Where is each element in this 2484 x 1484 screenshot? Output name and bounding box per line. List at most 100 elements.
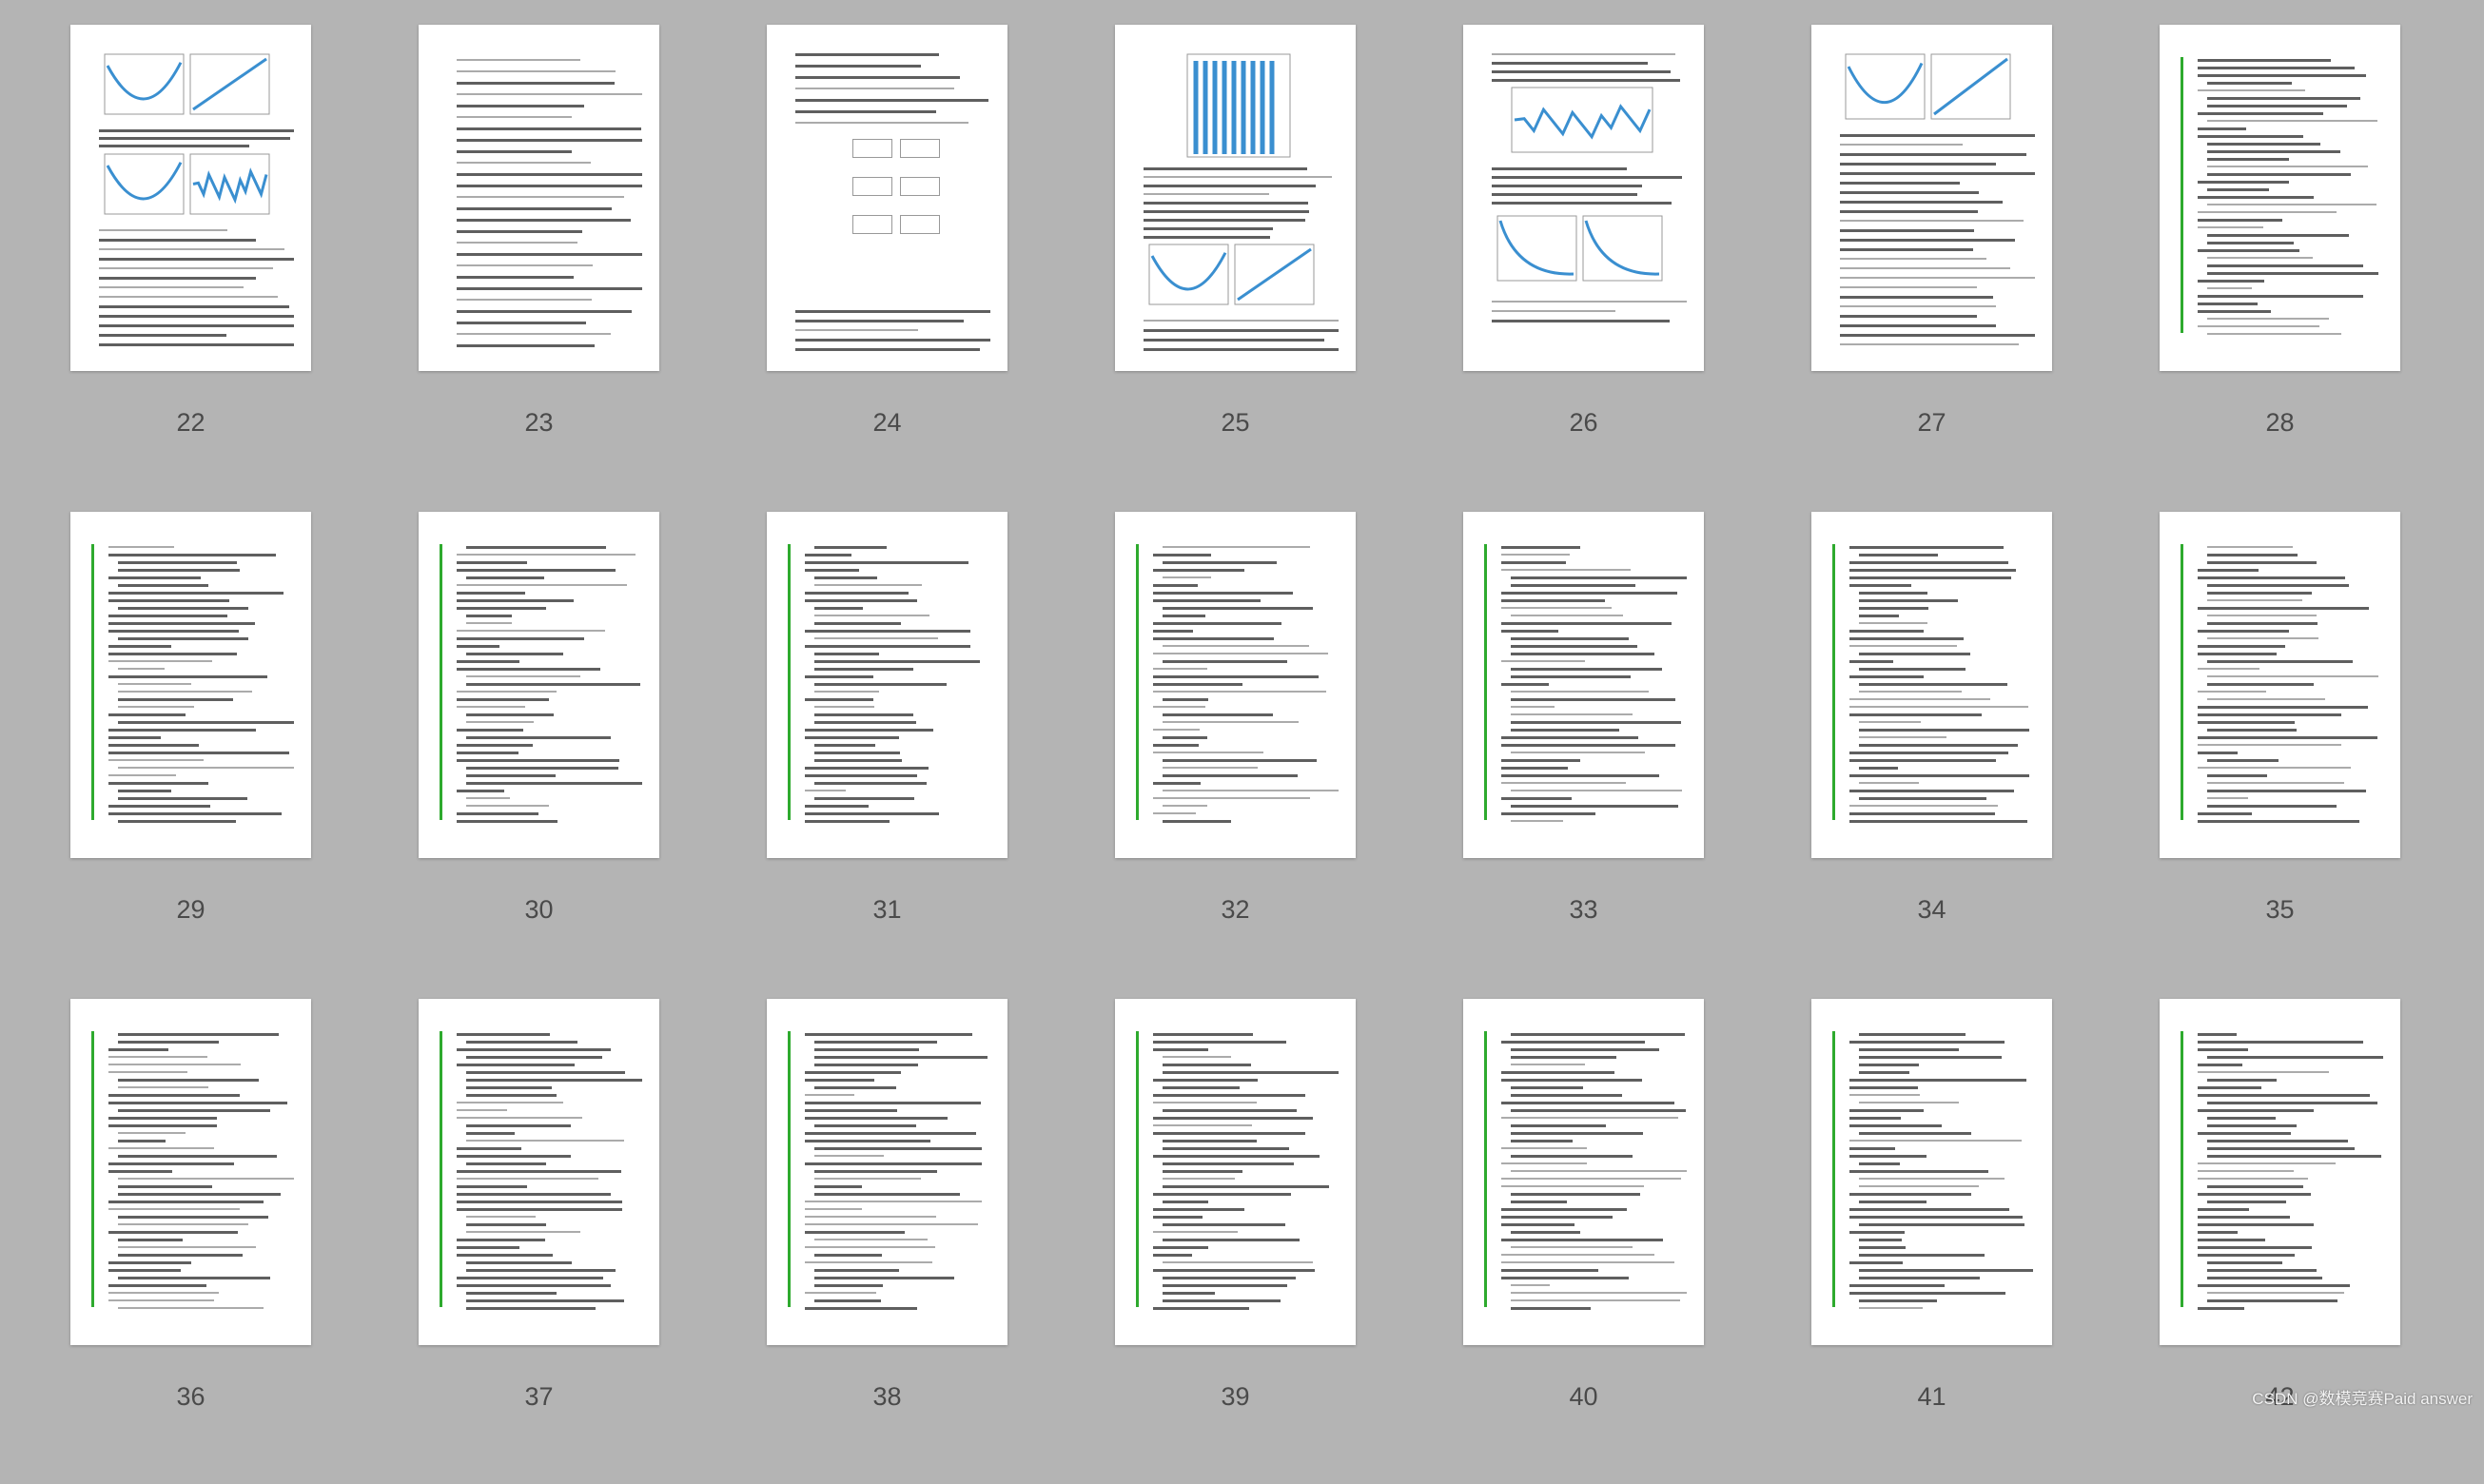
text-line <box>2198 752 2239 754</box>
page-number: 27 <box>1917 408 1946 437</box>
text-line <box>1501 774 1659 777</box>
text-line <box>1501 569 1631 571</box>
text-line <box>118 668 165 670</box>
page-preview[interactable] <box>70 25 311 371</box>
page-thumbnail[interactable]: 23 <box>379 25 699 510</box>
page-thumbnail[interactable]: 41 <box>1771 999 2092 1484</box>
page-preview[interactable] <box>767 999 1007 1345</box>
text-line <box>2207 660 2354 663</box>
text-line <box>2198 67 2356 69</box>
text-line <box>118 797 248 800</box>
text-line <box>1511 675 1631 678</box>
page-preview[interactable] <box>1115 512 1356 858</box>
page-thumbnail[interactable]: 31 <box>727 512 1047 997</box>
page-preview[interactable] <box>1811 512 2052 858</box>
page-thumbnail[interactable]: 32 <box>1075 512 1396 997</box>
text-line <box>2198 767 2351 769</box>
page-thumbnail[interactable]: 28 <box>2120 25 2440 510</box>
text-line <box>466 805 550 807</box>
page-preview[interactable] <box>2160 25 2400 371</box>
text-line <box>805 1102 982 1104</box>
page-preview[interactable] <box>1115 999 1356 1345</box>
page-thumbnail[interactable]: 37 <box>379 999 699 1484</box>
text-line <box>108 645 171 648</box>
text-line <box>1501 1223 1575 1226</box>
text-line <box>2198 1231 2239 1234</box>
page-preview[interactable] <box>419 25 659 371</box>
text-line <box>457 1185 528 1188</box>
text-line <box>457 645 499 648</box>
page-thumbnail[interactable]: 36 <box>30 999 351 1484</box>
text-line <box>1163 1284 1288 1287</box>
page-thumbnail[interactable]: 42 <box>2120 999 2440 1484</box>
text-line <box>1849 1124 1942 1127</box>
page-thumbnail[interactable]: 29 <box>30 512 351 997</box>
page-preview[interactable] <box>767 25 1007 371</box>
page-thumbnail[interactable]: 34 <box>1771 512 2092 997</box>
text-line <box>1859 1269 2034 1272</box>
text-line <box>2207 584 2350 587</box>
page-preview[interactable] <box>419 512 659 858</box>
page-thumbnail[interactable]: 24 <box>727 25 1047 510</box>
text-line <box>1501 592 1677 595</box>
page-thumbnail[interactable]: 33 <box>1423 512 1744 997</box>
text-line <box>1849 1292 2006 1295</box>
text-line <box>1501 599 1605 602</box>
text-line <box>2207 599 2302 601</box>
text-line <box>2207 333 2341 335</box>
text-line <box>1840 229 1974 232</box>
text-line <box>457 607 546 610</box>
text-line <box>99 258 294 261</box>
text-line <box>1153 637 1275 640</box>
text-line <box>2207 264 2364 267</box>
text-line <box>1153 797 1310 799</box>
page-preview[interactable] <box>767 512 1007 858</box>
text-line <box>1153 752 1263 753</box>
page-preview[interactable] <box>2160 999 2400 1345</box>
text-line <box>1849 561 2008 564</box>
page-preview[interactable] <box>70 999 311 1345</box>
page-preview[interactable] <box>1811 25 2052 371</box>
page-thumbnail[interactable]: 39 <box>1075 999 1396 1484</box>
text-line <box>1501 736 1639 739</box>
text-line <box>457 706 525 708</box>
page-thumbnail[interactable]: 22 <box>30 25 351 510</box>
text-line <box>1501 1269 1598 1272</box>
text-line <box>457 584 628 586</box>
page-preview[interactable] <box>70 512 311 858</box>
page-preview[interactable] <box>1463 25 1704 371</box>
text-line <box>2198 112 2323 115</box>
text-line <box>457 70 616 72</box>
page-thumbnail[interactable]: 35 <box>2120 512 2440 997</box>
text-line <box>2207 204 2376 205</box>
text-line <box>457 59 580 61</box>
page-preview[interactable] <box>1811 999 2052 1345</box>
text-line <box>814 706 875 708</box>
text-line <box>1849 805 1999 807</box>
text-line <box>99 277 256 280</box>
page-thumbnail[interactable]: 30 <box>379 512 699 997</box>
text-line <box>814 1086 896 1089</box>
text-line <box>2198 1208 2250 1211</box>
page-thumbnail[interactable]: 40 <box>1423 999 1744 1484</box>
text-line <box>1840 267 2010 269</box>
page-preview[interactable] <box>1463 512 1704 858</box>
page-preview[interactable] <box>1463 999 1704 1345</box>
text-line <box>1163 1147 1289 1150</box>
page-number: 31 <box>872 895 902 924</box>
text-line <box>466 713 555 716</box>
page-preview[interactable] <box>419 999 659 1345</box>
text-line <box>805 1201 983 1202</box>
text-line <box>1840 277 2035 279</box>
text-line <box>805 1109 897 1112</box>
page-thumbnail[interactable]: 38 <box>727 999 1047 1484</box>
page-preview[interactable] <box>2160 512 2400 858</box>
page-preview[interactable] <box>1115 25 1356 371</box>
page-thumbnail[interactable]: 25 <box>1075 25 1396 510</box>
page-thumbnail[interactable]: 26 <box>1423 25 1744 510</box>
text-line <box>2198 736 2378 739</box>
page-thumbnail[interactable]: 27 <box>1771 25 2092 510</box>
text-line <box>1859 554 1939 556</box>
text-line <box>2207 318 2329 320</box>
text-line <box>2207 287 2252 289</box>
